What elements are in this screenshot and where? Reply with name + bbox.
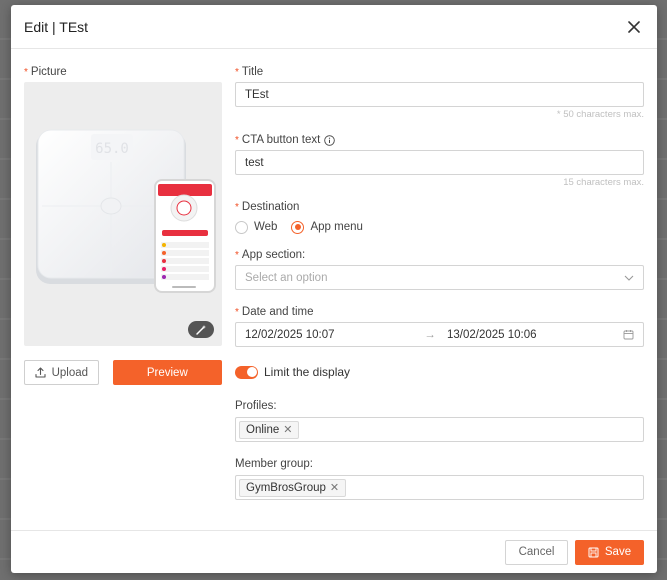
- limit-display-label: Limit the display: [264, 365, 351, 379]
- scale-display: 65.0: [95, 141, 129, 157]
- upload-label: Upload: [51, 366, 89, 379]
- modal-header: Edit | TEst: [11, 5, 657, 49]
- limit-display-toggle[interactable]: [235, 365, 258, 379]
- member-group-label: Member group:: [235, 458, 313, 470]
- upload-icon: [35, 367, 46, 378]
- magic-wand-icon: [196, 324, 206, 335]
- title-label: * Title: [235, 66, 264, 78]
- app-section-select[interactable]: Select an option: [235, 265, 644, 290]
- modal-footer: Cancel Save: [11, 530, 657, 573]
- cancel-button[interactable]: Cancel: [505, 539, 568, 565]
- cta-hint: 15 characters max.: [563, 177, 644, 188]
- picture-actions: Upload Preview: [24, 360, 222, 385]
- magic-wand-button[interactable]: [188, 321, 214, 338]
- destination-radio-group: Web App menu: [235, 219, 644, 235]
- cta-label: * CTA button text: [235, 133, 644, 148]
- radio-app-menu[interactable]: [291, 220, 305, 234]
- member-group-select[interactable]: GymBrosGroup ✕: [235, 475, 644, 500]
- upload-button[interactable]: Upload: [24, 360, 99, 385]
- date-range-separator: →: [424, 328, 436, 341]
- member-group-tag: GymBrosGroup ✕: [239, 478, 347, 497]
- remove-tag-icon[interactable]: ✕: [330, 481, 339, 494]
- picture-label: * Picture: [24, 66, 67, 78]
- destination-option-app-menu[interactable]: App menu: [291, 220, 363, 234]
- save-icon: [588, 547, 599, 557]
- info-icon[interactable]: [324, 135, 336, 146]
- title-input[interactable]: TEst: [235, 82, 644, 107]
- profile-tag: Online ✕: [239, 420, 300, 439]
- modal-title: Edit | TEst: [24, 18, 89, 35]
- form-column: * Title TEst * 50 characters max. * CTA …: [235, 65, 644, 500]
- close-icon: [628, 20, 640, 33]
- profiles-label: Profiles:: [235, 400, 277, 412]
- remove-tag-icon[interactable]: ✕: [283, 423, 292, 436]
- chevron-down-icon: [624, 275, 634, 281]
- destination-option-web[interactable]: Web: [235, 220, 277, 234]
- app-section-label: * App section:: [235, 249, 306, 261]
- end-date[interactable]: 13/02/2025 10:06: [447, 329, 537, 341]
- destination-label: * Destination: [235, 201, 300, 213]
- calendar-icon: [623, 330, 634, 340]
- close-button[interactable]: [624, 17, 644, 37]
- modal-body: * Picture 65.0 Upload Preview * Title TE…: [11, 49, 657, 529]
- picture-preview: 65.0: [24, 82, 222, 346]
- limit-display-row: Limit the display: [235, 363, 644, 381]
- title-hint: * 50 characters max.: [556, 109, 644, 120]
- save-button[interactable]: Save: [575, 539, 644, 565]
- preview-button[interactable]: Preview: [112, 360, 222, 385]
- edit-modal: Edit | TEst * Picture 65.0 Upload Previe…: [11, 5, 657, 573]
- radio-web[interactable]: [235, 220, 248, 234]
- picture-column: * Picture 65.0 Upload Preview: [24, 65, 222, 385]
- date-time-label: * Date and time: [235, 306, 314, 318]
- scale-app-image: 65.0: [36, 129, 216, 293]
- date-range-picker[interactable]: 12/02/2025 10:07 → 13/02/2025 10:06: [235, 322, 644, 347]
- start-date[interactable]: 12/02/2025 10:07: [245, 329, 421, 341]
- profiles-select[interactable]: Online ✕: [235, 417, 644, 442]
- cta-input[interactable]: test: [235, 150, 644, 175]
